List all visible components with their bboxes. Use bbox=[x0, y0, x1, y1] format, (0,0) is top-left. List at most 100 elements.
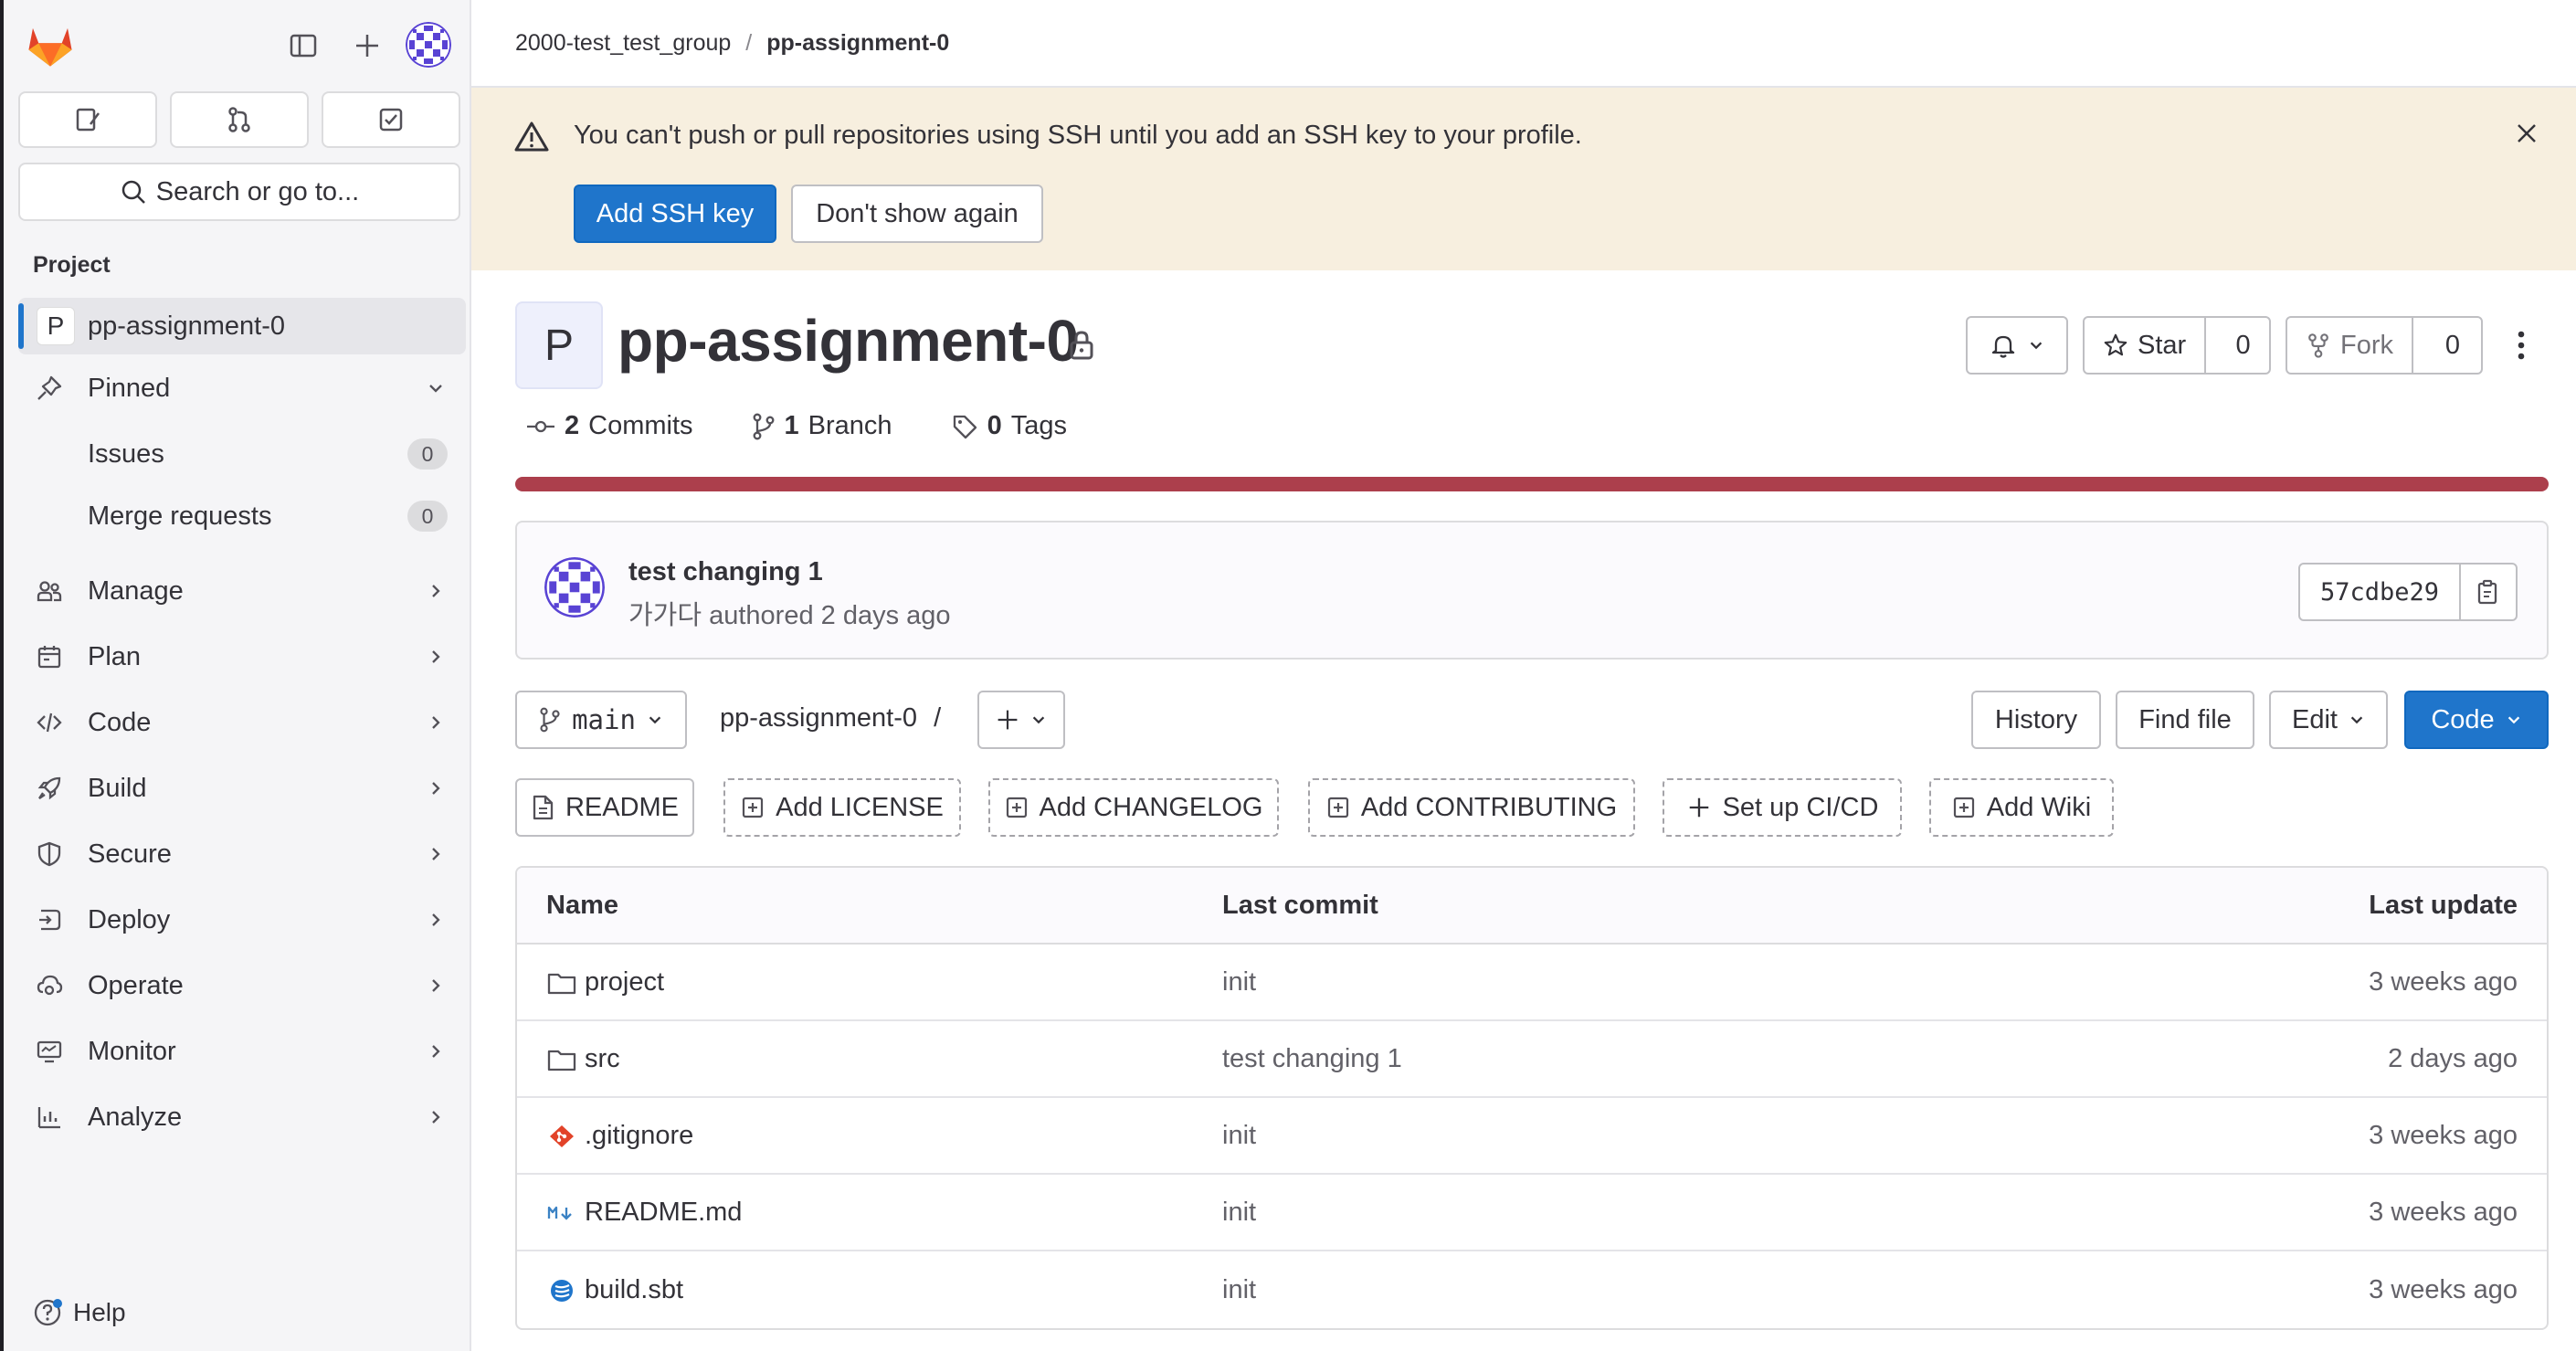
file-tree-table: Name Last commit Last update project ini… bbox=[515, 866, 2549, 1330]
file-commit-cell[interactable]: init bbox=[1193, 945, 1917, 1021]
code-dropdown-button[interactable]: Code bbox=[2404, 691, 2549, 749]
file-commit-cell[interactable]: init bbox=[1193, 1175, 1917, 1251]
table-row[interactable]: project init 3 weeks ago bbox=[517, 945, 2547, 1021]
add-changelog-button[interactable]: Add CHANGELOG bbox=[988, 778, 1279, 837]
add-license-button[interactable]: Add LICENSE bbox=[723, 778, 961, 837]
sidebar-item-deploy[interactable]: Deploy bbox=[18, 892, 466, 948]
chevron-right-icon bbox=[424, 908, 448, 932]
plus-square-icon bbox=[743, 797, 764, 818]
commit-title-link[interactable]: test changing 1 bbox=[628, 557, 823, 587]
gitlab-logo-icon[interactable] bbox=[24, 18, 77, 71]
commit-authored-time: authored 2 days ago bbox=[709, 601, 951, 630]
merge-requests-shortcut-button[interactable] bbox=[170, 91, 309, 148]
issues-icon bbox=[76, 108, 100, 132]
copy-icon bbox=[2477, 579, 2497, 605]
file-name[interactable]: build.sbt bbox=[585, 1275, 683, 1304]
breadcrumb-group-link[interactable]: 2000-test_test_group bbox=[515, 30, 731, 57]
toggle-sidebar-icon[interactable] bbox=[283, 26, 323, 66]
edit-dropdown-button[interactable]: Edit bbox=[2269, 691, 2388, 749]
sidebar-item-monitor[interactable]: Monitor bbox=[18, 1023, 466, 1080]
add-wiki-button[interactable]: Add Wiki bbox=[1929, 778, 2114, 837]
sidebar-item-pinned[interactable]: Pinned bbox=[18, 360, 466, 417]
add-contributing-button[interactable]: Add CONTRIBUTING bbox=[1308, 778, 1635, 837]
file-updated-cell: 2 days ago bbox=[1916, 1021, 2547, 1098]
sidebar-item-analyze[interactable]: Analyze bbox=[18, 1089, 466, 1145]
file-name-cell[interactable]: README.md bbox=[517, 1175, 1193, 1251]
readme-button[interactable]: README bbox=[515, 778, 694, 837]
table-row[interactable]: build.sbt init 3 weeks ago bbox=[517, 1251, 2547, 1328]
file-name[interactable]: README.md bbox=[585, 1198, 742, 1227]
add-contributing-label: Add CONTRIBUTING bbox=[1360, 792, 1618, 822]
sidebar-item-label: Manage bbox=[88, 575, 184, 606]
fork-count[interactable]: 0 bbox=[2424, 331, 2481, 361]
sidebar-item-code[interactable]: Code bbox=[18, 694, 466, 751]
sidebar-item-plan[interactable]: Plan bbox=[18, 628, 466, 685]
todo-list-button[interactable] bbox=[322, 91, 460, 148]
table-row[interactable]: README.md init 3 weeks ago bbox=[517, 1175, 2547, 1251]
setup-cicd-button[interactable]: Set up CI/CD bbox=[1663, 778, 1902, 837]
add-ssh-key-button[interactable]: Add SSH key bbox=[574, 185, 776, 243]
repo-path-root-link[interactable]: pp-assignment-0 bbox=[720, 703, 917, 733]
file-commit-cell[interactable]: test changing 1 bbox=[1193, 1021, 1917, 1098]
file-commit-cell[interactable]: init bbox=[1193, 1251, 1916, 1328]
sidebar-item-build[interactable]: Build bbox=[18, 760, 466, 817]
commit-author-link[interactable]: 가가다 bbox=[628, 601, 702, 630]
file-name-cell[interactable]: project bbox=[517, 945, 1193, 1021]
file-commit-cell[interactable]: init bbox=[1193, 1098, 1917, 1175]
branch-icon bbox=[753, 413, 774, 439]
user-avatar[interactable] bbox=[406, 22, 451, 68]
table-row[interactable]: .gitignore init 3 weeks ago bbox=[517, 1098, 2547, 1175]
breadcrumb-project-link[interactable]: pp-assignment-0 bbox=[766, 30, 949, 57]
sidebar-item-label: Secure bbox=[88, 839, 172, 869]
repo-path: pp-assignment-0 / bbox=[720, 703, 941, 734]
file-name[interactable]: .gitignore bbox=[585, 1121, 693, 1150]
sidebar-project-link[interactable]: P pp-assignment-0 bbox=[18, 298, 466, 354]
chevron-right-icon bbox=[424, 1040, 448, 1063]
find-file-button[interactable]: Find file bbox=[2116, 691, 2254, 749]
chevron-right-icon bbox=[424, 776, 448, 800]
table-row[interactable]: src test changing 1 2 days ago bbox=[517, 1021, 2547, 1098]
dont-show-again-button[interactable]: Don't show again bbox=[791, 185, 1043, 243]
edit-label: Edit bbox=[2292, 704, 2338, 734]
create-new-icon[interactable] bbox=[347, 26, 387, 66]
close-alert-button[interactable] bbox=[2508, 115, 2545, 152]
assigned-issues-button[interactable] bbox=[18, 91, 157, 148]
column-header-last-update: Last update bbox=[1916, 868, 2547, 945]
sidebar-item-label: Build bbox=[88, 773, 147, 803]
more-actions-button[interactable] bbox=[2503, 323, 2539, 367]
file-name[interactable]: src bbox=[585, 1044, 620, 1073]
folder-icon bbox=[547, 973, 576, 994]
branches-link[interactable]: 1 Branch bbox=[752, 411, 892, 441]
commit-author-avatar[interactable] bbox=[544, 557, 605, 617]
copy-sha-button[interactable] bbox=[2461, 565, 2516, 619]
chevron-right-icon bbox=[424, 842, 448, 866]
star-count[interactable]: 0 bbox=[2217, 331, 2269, 361]
sidebar-item-operate[interactable]: Operate bbox=[18, 957, 466, 1014]
notification-settings-button[interactable] bbox=[1966, 316, 2068, 375]
file-name-cell[interactable]: .gitignore bbox=[517, 1098, 1193, 1175]
commit-sha-link[interactable]: 57cdbe29 bbox=[2300, 565, 2461, 619]
file-updated-cell: 3 weeks ago bbox=[1916, 1175, 2547, 1251]
tags-link[interactable]: 0 Tags bbox=[951, 411, 1067, 441]
file-name[interactable]: project bbox=[585, 967, 664, 997]
history-button[interactable]: History bbox=[1971, 691, 2101, 749]
last-commit-panel: test changing 1 가가다 authored 2 days ago … bbox=[515, 521, 2549, 660]
sidebar-item-issues[interactable]: Issues 0 bbox=[18, 426, 466, 482]
deploy-icon bbox=[33, 903, 66, 936]
users-icon bbox=[33, 575, 66, 607]
file-name-cell[interactable]: src bbox=[517, 1021, 1193, 1098]
chevron-down-icon bbox=[2350, 716, 2363, 724]
branch-selector[interactable]: main bbox=[515, 691, 687, 749]
add-to-tree-button[interactable] bbox=[977, 691, 1065, 749]
sidebar-item-secure[interactable]: Secure bbox=[18, 826, 466, 882]
fork-button[interactable]: Fork bbox=[2287, 318, 2413, 373]
commits-link[interactable]: 2 Commits bbox=[526, 411, 693, 441]
table-header-row: Name Last commit Last update bbox=[517, 868, 2547, 945]
help-button[interactable]: Help bbox=[33, 1297, 126, 1328]
sidebar-item-merge-requests[interactable]: Merge requests 0 bbox=[18, 488, 466, 544]
sidebar-item-manage[interactable]: Manage bbox=[18, 563, 466, 619]
file-name-cell[interactable]: build.sbt bbox=[517, 1251, 1193, 1328]
search-button[interactable]: Search or go to... bbox=[18, 163, 460, 221]
star-button[interactable]: Star bbox=[2085, 318, 2207, 373]
calendar-icon bbox=[33, 640, 66, 673]
